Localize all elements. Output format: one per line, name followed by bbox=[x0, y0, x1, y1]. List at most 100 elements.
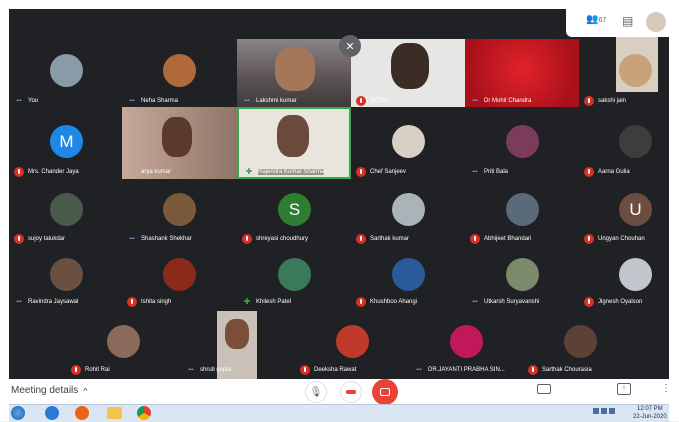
participant-tile[interactable]: Khilesh Patel bbox=[237, 247, 351, 311]
participant-tile[interactable]: Neha Sharma bbox=[122, 9, 237, 107]
person-face bbox=[225, 319, 249, 349]
close-pin-button[interactable]: ✕ bbox=[339, 35, 361, 57]
tray-icon bbox=[609, 408, 615, 414]
participant-name: arya kumar bbox=[141, 168, 172, 175]
captions-button[interactable] bbox=[537, 384, 551, 394]
participant-video-tile[interactable]: shruti gupta bbox=[181, 311, 295, 379]
participant-tile[interactable]: Utkarsh Suryavanshi bbox=[465, 247, 579, 311]
participant-tile[interactable]: Sarthak kumar bbox=[351, 179, 465, 247]
participant-label: NCRM bbox=[356, 95, 388, 106]
participant-tile[interactable]: Sarthak Chourasia bbox=[523, 311, 637, 379]
hangup-button[interactable] bbox=[340, 381, 362, 403]
mic-muted-icon bbox=[242, 233, 252, 244]
participant-name: sakshi jain bbox=[598, 97, 627, 104]
participant-name: Ungyan Chouhan bbox=[598, 235, 645, 242]
participant-name: Jignesh Oyalson bbox=[598, 298, 643, 305]
participant-video-tile[interactable]: Lakshmi kumar bbox=[237, 39, 351, 107]
participant-label: Ungyan Chouhan bbox=[584, 233, 645, 244]
participant-label: Chef Sanjeev bbox=[356, 166, 406, 177]
clock[interactable]: 12:07 PM 22-Jun-2020 bbox=[633, 405, 667, 421]
mic-muted-icon bbox=[356, 166, 366, 177]
tray-icon bbox=[593, 408, 599, 414]
mic-muted-icon bbox=[470, 233, 480, 244]
more-options-button[interactable]: ⋮ bbox=[661, 383, 671, 394]
avatar-initial: U bbox=[629, 199, 642, 219]
participant-video-tile[interactable]: arya kumar bbox=[122, 107, 237, 179]
participant-video-tile[interactable]: NCRM bbox=[351, 39, 465, 107]
avatar bbox=[336, 325, 369, 358]
participant-tile[interactable]: S shreyasi choudhury bbox=[237, 179, 351, 247]
chrome-icon[interactable] bbox=[137, 406, 151, 420]
meeting-grid: You Neha Sharma Lakshmi kumar NCRM bbox=[9, 9, 669, 379]
avatar bbox=[50, 54, 83, 87]
microphone-button[interactable]: 🎙 bbox=[305, 381, 327, 403]
participant-tile[interactable]: U Ungyan Chouhan bbox=[579, 179, 669, 247]
mic-muted-icon bbox=[584, 95, 594, 106]
participant-tile[interactable]: Khushboo Ahangi bbox=[351, 247, 465, 311]
participant-name: Ravindra Jaysawal bbox=[28, 298, 79, 305]
participant-name: Neha Sharma bbox=[141, 97, 179, 104]
participant-label: Deeksha Rawat bbox=[300, 364, 356, 375]
participant-tile[interactable]: M Mrs. Chander Jaya bbox=[9, 107, 122, 179]
speaking-icon bbox=[242, 297, 252, 307]
participant-label: Rajendra Kumar Sharma bbox=[244, 166, 325, 177]
mic-muted-icon bbox=[14, 233, 24, 244]
participant-tile-you[interactable]: You bbox=[9, 9, 122, 107]
avatar bbox=[619, 54, 652, 87]
participant-tile[interactable]: Ishita singh bbox=[122, 247, 237, 311]
participant-name: Abhijeet Bhandari bbox=[484, 235, 532, 242]
participant-tile[interactable]: Jignesh Oyalson bbox=[579, 247, 669, 311]
participant-tile[interactable]: Aarna Gulia bbox=[579, 107, 669, 179]
firefox-icon[interactable] bbox=[75, 406, 89, 420]
participant-name: You bbox=[28, 97, 39, 104]
participants-button[interactable]: 👥67 bbox=[586, 14, 606, 25]
person-face bbox=[162, 117, 192, 157]
ie-icon[interactable] bbox=[45, 406, 59, 420]
participant-label: Khilesh Patel bbox=[242, 296, 291, 307]
participant-video-tile-active[interactable]: Rajendra Kumar Sharma bbox=[237, 107, 351, 179]
more-dots-icon bbox=[127, 167, 137, 177]
participant-video-tile[interactable]: Dr Mohit Chandra bbox=[465, 39, 579, 107]
participant-label: Shashank Shekhar bbox=[127, 233, 192, 244]
mic-muted-icon bbox=[356, 296, 366, 307]
participant-tile[interactable]: Ravindra Jaysawal bbox=[9, 247, 122, 311]
participant-tile[interactable]: Abhijeet Bhandari bbox=[465, 179, 579, 247]
camera-toggle-button[interactable] bbox=[372, 379, 398, 405]
explorer-icon[interactable] bbox=[107, 407, 122, 419]
user-avatar-icon[interactable] bbox=[646, 12, 666, 32]
participant-tile[interactable]: sujoy talukdar bbox=[9, 179, 122, 247]
avatar bbox=[506, 125, 539, 158]
avatar bbox=[50, 193, 83, 226]
person-face bbox=[277, 115, 309, 157]
participant-tile[interactable]: Deeksha Rawat bbox=[295, 311, 409, 379]
participant-tile[interactable]: DR.JAYANTI PRABHA SIN... bbox=[409, 311, 523, 379]
mic-muted-icon bbox=[71, 364, 81, 375]
participant-label: Lakshmi kumar bbox=[242, 95, 297, 106]
avatar bbox=[392, 125, 425, 158]
participant-label: Abhijeet Bhandari bbox=[470, 233, 531, 244]
participant-label: Sarthak Chourasia bbox=[528, 364, 592, 375]
more-dots-icon bbox=[186, 365, 196, 375]
top-right-toolbar: 👥67 ▤ bbox=[566, 9, 669, 37]
chat-button[interactable]: ▤ bbox=[622, 14, 633, 28]
participant-tile[interactable]: Chef Sanjeev bbox=[351, 107, 465, 179]
participant-label: Ishita singh bbox=[127, 296, 171, 307]
mic-muted-icon bbox=[584, 166, 594, 177]
participant-name: Lakshmi kumar bbox=[256, 97, 297, 104]
participant-label: Aarna Gulia bbox=[584, 166, 630, 177]
participant-name: Ishita singh bbox=[141, 298, 172, 305]
clock-time: 12:07 PM bbox=[637, 406, 663, 412]
meeting-details-button[interactable]: Meeting details ^ bbox=[11, 385, 88, 396]
participant-name: Shashank Shekhar bbox=[141, 235, 192, 242]
participant-tile[interactable]: Priti Bala bbox=[465, 107, 579, 179]
participant-tile[interactable]: Shashank Shekhar bbox=[122, 179, 237, 247]
avatar bbox=[619, 258, 652, 291]
chevron-up-icon: ^ bbox=[83, 385, 88, 396]
participant-tile[interactable]: Rohit Rai bbox=[66, 311, 181, 379]
windows-start-icon[interactable] bbox=[11, 406, 25, 420]
more-dots-icon bbox=[14, 96, 24, 106]
participant-name: Sarthak Chourasia bbox=[542, 366, 592, 373]
present-button[interactable]: ↑ bbox=[617, 383, 631, 395]
participant-name: Chef Sanjeev bbox=[370, 168, 407, 175]
avatar: M bbox=[50, 125, 83, 158]
